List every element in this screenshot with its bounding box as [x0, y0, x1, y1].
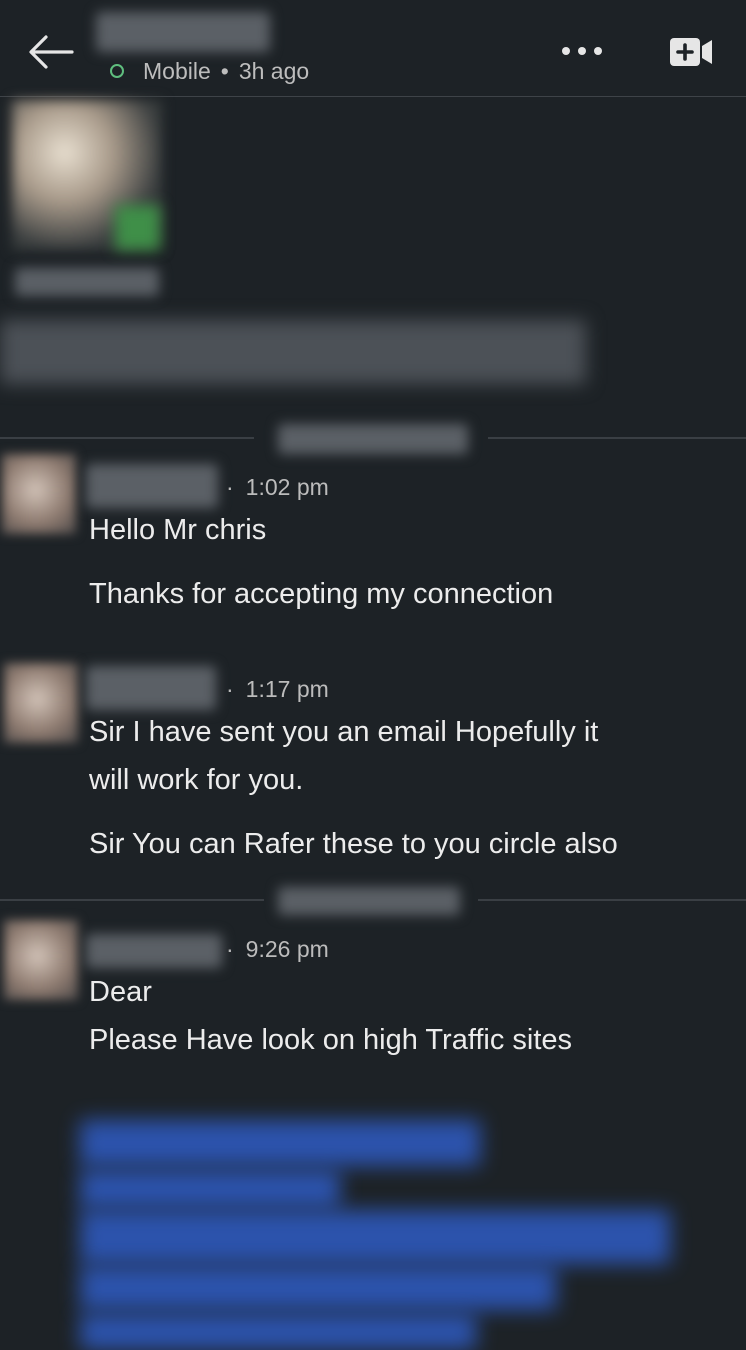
message-line: will work for you. — [89, 764, 304, 796]
status-device: Mobile — [143, 58, 211, 84]
sender-avatar[interactable] — [4, 920, 78, 1000]
profile-name-redacted[interactable] — [15, 268, 159, 296]
date-divider-line — [0, 437, 254, 439]
sender-name-redacted[interactable] — [86, 934, 222, 968]
sender-avatar[interactable] — [4, 663, 78, 743]
redacted-link[interactable] — [80, 1314, 476, 1350]
more-options-icon[interactable] — [558, 38, 606, 64]
sender-name-redacted[interactable] — [86, 464, 218, 508]
back-arrow-icon[interactable] — [26, 30, 76, 74]
date-divider-label-redacted — [278, 424, 468, 454]
video-call-icon[interactable] — [668, 36, 714, 68]
message-line: Please Have look on high Traffic sites — [89, 1024, 573, 1056]
status-separator: • — [220, 58, 229, 84]
date-divider-line — [488, 437, 746, 439]
date-divider-line — [0, 899, 264, 901]
sender-avatar[interactable] — [2, 454, 76, 534]
header-divider — [0, 96, 746, 97]
presence-status: Mobile • 3h ago — [143, 58, 309, 85]
date-divider-label-redacted — [278, 887, 460, 915]
profile-photo-accent — [115, 205, 160, 250]
redacted-link[interactable] — [80, 1170, 340, 1208]
redacted-link[interactable] — [80, 1266, 556, 1310]
redacted-link[interactable] — [80, 1120, 480, 1166]
message-line: Sir You can Rafer these to you circle al… — [89, 828, 618, 860]
message-time: · 1:17 pm — [226, 676, 329, 702]
contact-name-redacted[interactable] — [96, 12, 270, 52]
message-time: · 9:26 pm — [226, 936, 329, 962]
profile-headline-redacted — [0, 320, 586, 384]
message-line: Hello Mr chris — [89, 514, 267, 546]
message-line: Sir I have sent you an email Hopefully i… — [89, 716, 599, 748]
online-status-icon — [110, 64, 124, 78]
date-divider-line — [478, 899, 746, 901]
message-time: · 1:02 pm — [226, 474, 329, 500]
last-active: 3h ago — [238, 58, 310, 84]
message-line: Dear — [89, 976, 152, 1008]
message-line: Thanks for accepting my connection — [89, 578, 554, 610]
redacted-link[interactable] — [80, 1210, 670, 1264]
sender-name-redacted[interactable] — [86, 666, 216, 710]
